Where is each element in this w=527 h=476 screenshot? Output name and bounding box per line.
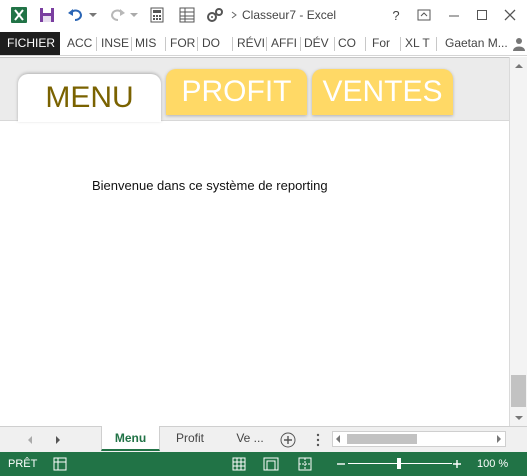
minimize-icon[interactable] (441, 4, 467, 26)
previous-sheet-arrow-icon[interactable] (22, 432, 38, 448)
macro-recording-icon[interactable] (52, 456, 68, 472)
nav-tab-ventes[interactable]: VENTES (312, 69, 453, 115)
close-icon[interactable] (497, 4, 523, 26)
ribbon-display-options-icon[interactable] (411, 4, 437, 26)
ribbon-tab-accueil[interactable]: ACC (63, 32, 95, 55)
ribbon-separator (436, 37, 437, 51)
ribbon-tab-developpeur[interactable]: DÉV (300, 32, 333, 55)
redo-dropdown-chevron-icon[interactable] (129, 4, 139, 26)
page-layout-view-icon[interactable] (262, 456, 280, 472)
window-title: Classeur7 - Excel (242, 8, 337, 22)
vertical-scroll-thumb[interactable] (511, 375, 526, 407)
ribbon-tab-affichage[interactable]: AFFI (267, 32, 299, 55)
nav-tab-menu[interactable]: MENU (18, 74, 161, 122)
more-options-dots-icon[interactable] (310, 432, 326, 448)
status-bar: PRÊT 100 % (0, 452, 527, 476)
sheet-tab-profit[interactable]: Profit (166, 426, 214, 451)
sheet-tab-ventes[interactable]: Ve ... (224, 426, 276, 451)
scroll-down-arrow-icon[interactable] (510, 409, 527, 426)
form-grid-icon[interactable] (176, 4, 198, 26)
redo-icon[interactable] (105, 4, 129, 26)
zoom-slider-knob[interactable] (397, 458, 401, 469)
zoom-out-minus-icon[interactable] (336, 456, 346, 472)
ribbon-tab-fichier[interactable]: FICHIER (0, 32, 60, 55)
welcome-message: Bienvenue dans ce système de reporting (92, 178, 328, 193)
maximize-icon[interactable] (469, 4, 495, 26)
user-avatar-icon[interactable] (512, 36, 526, 52)
macros-gears-icon[interactable] (204, 4, 226, 26)
help-button[interactable]: ? (383, 4, 409, 26)
customize-toolbar-chevron-icon[interactable] (229, 4, 241, 26)
vertical-scrollbar[interactable] (509, 57, 527, 426)
zoom-level-label[interactable]: 100 % (477, 458, 508, 470)
calculator-icon[interactable] (146, 4, 168, 26)
page-break-preview-icon[interactable] (296, 456, 314, 472)
ribbon-tab-bar: FICHIER ACC INSE MIS FOR DO RÉVI AFFI DÉ… (0, 32, 527, 56)
ribbon-tab-revision[interactable]: RÉVI (233, 32, 266, 55)
horizontal-scrollbar[interactable] (332, 431, 506, 447)
normal-view-icon[interactable] (230, 456, 248, 472)
new-sheet-plus-icon[interactable] (280, 432, 296, 448)
scroll-right-arrow-icon[interactable] (496, 435, 502, 443)
zoom-in-plus-icon[interactable] (452, 456, 462, 472)
ribbon-separator (365, 37, 366, 51)
ribbon-tab-mise-en-page[interactable]: MIS (131, 32, 164, 55)
undo-icon[interactable] (64, 4, 88, 26)
nav-tab-profit[interactable]: PROFIT (166, 69, 307, 115)
ribbon-tab-formules[interactable]: FOR (166, 32, 197, 55)
undo-dropdown-chevron-icon[interactable] (88, 4, 98, 26)
sheet-tab-bar: Menu Profit Ve ... (0, 426, 527, 452)
user-account[interactable]: Gaetan M... (441, 32, 511, 55)
scroll-left-arrow-icon[interactable] (335, 435, 341, 443)
scroll-up-arrow-icon[interactable] (510, 57, 527, 74)
title-bar: Classeur7 - Excel ? (0, 0, 527, 32)
next-sheet-arrow-icon[interactable] (50, 432, 66, 448)
ribbon-tab-insertion[interactable]: INSE (97, 32, 130, 55)
save-icon[interactable] (36, 4, 58, 26)
excel-logo-icon (8, 4, 30, 26)
ribbon-tab-complements[interactable]: CO (334, 32, 364, 55)
ribbon-tab-xl-tools[interactable]: XL T (401, 32, 435, 55)
ribbon-tab-donnees[interactable]: DO (198, 32, 231, 55)
ribbon-tab-format[interactable]: For (368, 32, 398, 55)
sheet-tab-menu[interactable]: Menu (101, 426, 160, 451)
worksheet-area[interactable]: MENU PROFIT VENTES Bienvenue dans ce sys… (0, 57, 509, 426)
status-ready-text: PRÊT (8, 458, 38, 470)
horizontal-scroll-thumb[interactable] (347, 434, 417, 444)
